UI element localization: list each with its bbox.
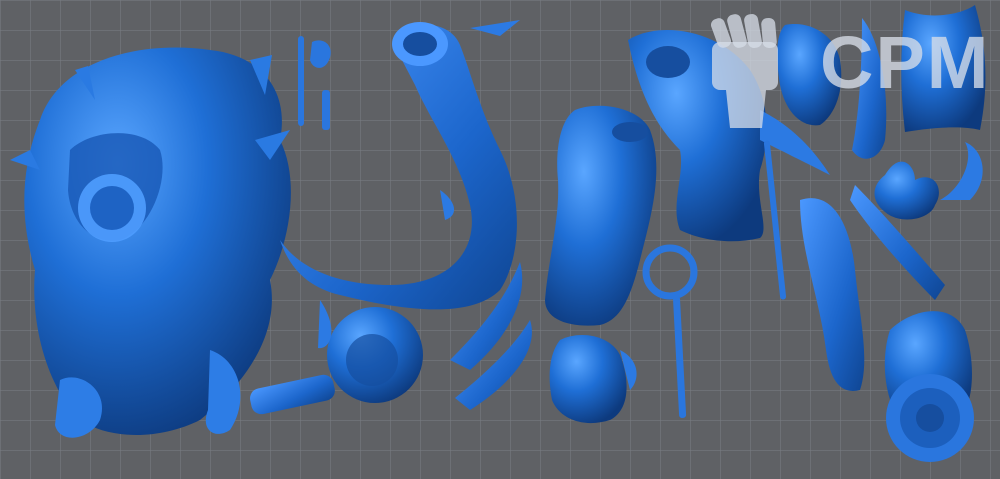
demon-head-model[interactable] bbox=[10, 47, 337, 438]
watermark-text: CPM bbox=[820, 21, 991, 104]
staff-with-ring-model[interactable] bbox=[642, 244, 698, 418]
build-plate-viewport[interactable]: CPM bbox=[0, 0, 1000, 479]
small-figure-model[interactable] bbox=[549, 335, 637, 424]
chains-model[interactable] bbox=[298, 36, 331, 130]
raised-fist-icon bbox=[710, 13, 778, 128]
torso-column-model[interactable] bbox=[545, 105, 657, 326]
fire-effect-model[interactable] bbox=[874, 142, 983, 220]
drum-maw-model[interactable] bbox=[884, 311, 974, 462]
